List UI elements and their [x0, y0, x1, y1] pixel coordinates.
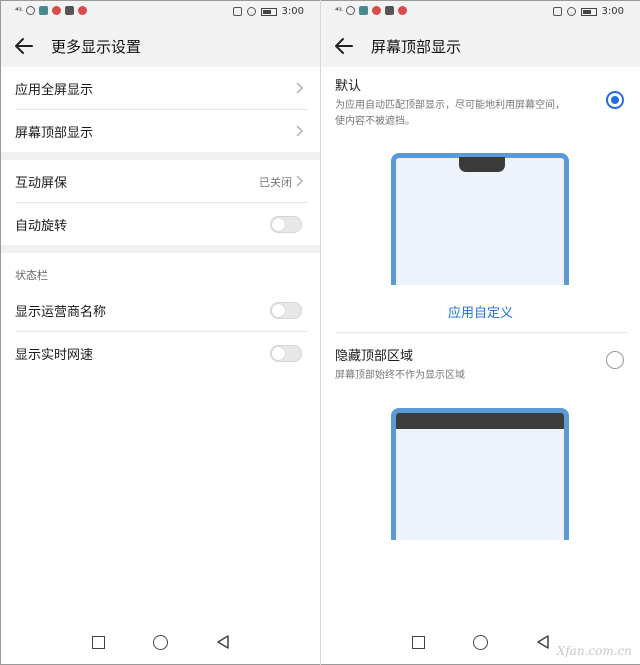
auto-rotate-toggle[interactable]	[270, 216, 302, 233]
signal-icon: ⁴ᴳᴸ	[15, 6, 23, 15]
cloud-icon	[384, 6, 394, 15]
title-bar: 更多显示设置	[1, 25, 320, 67]
row-label: 屏幕顶部显示	[15, 125, 94, 141]
battery-icon	[260, 7, 277, 16]
app-customize-link[interactable]: 应用自定义	[321, 302, 640, 321]
divider	[335, 332, 628, 333]
row-label: 显示运营商名称	[15, 304, 107, 320]
chevron-right-icon	[296, 125, 303, 137]
square-icon[interactable]	[91, 635, 105, 649]
signal-icon: ⁴ᴳᴸ	[335, 6, 343, 15]
show-carrier-name-toggle[interactable]	[270, 302, 302, 319]
row-label: 显示实时网速	[15, 347, 94, 363]
top-of-screen-display-row[interactable]: 屏幕顶部显示	[1, 110, 320, 152]
page-title: 屏幕顶部显示	[371, 38, 462, 56]
top-of-screen-display-screen: ⁴ᴳᴸ 3:00 屏幕顶部显示 默认 为应用自动匹配顶部显示，尽可能地利用屏幕空…	[321, 1, 640, 664]
app-badge-icon	[77, 6, 87, 15]
option-title: 默认	[335, 79, 362, 94]
status-bar: ⁴ᴳᴸ 3:00	[1, 1, 320, 25]
notification-dot-icon	[371, 6, 381, 15]
speedometer-icon	[246, 7, 256, 16]
watermark: Xfan.com.cn	[556, 644, 632, 658]
app-notification-icon	[38, 6, 48, 15]
wifi-icon	[25, 6, 35, 15]
section-gap	[1, 152, 320, 160]
square-icon[interactable]	[411, 635, 425, 649]
show-carrier-name-row: 显示运营商名称	[1, 289, 320, 331]
status-icons-left: ⁴ᴳᴸ	[15, 6, 87, 15]
row-label: 应用全屏显示	[15, 82, 94, 98]
option-default[interactable]: 默认 为应用自动匹配顶部显示，尽可能地利用屏幕空间，使内容不被遮挡。	[335, 75, 640, 130]
option-hide-top-area[interactable]: 隐藏顶部区域 屏幕顶部始终不作为显示区域	[335, 345, 640, 384]
radio-default-selected[interactable]	[606, 91, 624, 109]
wifi-icon	[345, 6, 355, 15]
hidden-top-strip	[396, 413, 564, 429]
phone-preview-notch	[391, 153, 569, 285]
show-network-speed-toggle[interactable]	[270, 345, 302, 362]
section-gap	[1, 245, 320, 253]
chevron-right-icon	[296, 82, 303, 94]
battery-icon	[580, 7, 597, 16]
status-bar-section-header: 状态栏	[15, 269, 48, 282]
status-icons-left: ⁴ᴳᴸ	[335, 6, 407, 15]
arrow-left-icon[interactable]	[13, 35, 35, 57]
row-value: 已关闭	[259, 176, 292, 189]
chevron-right-icon	[296, 175, 303, 187]
clock: 3:00	[281, 6, 304, 17]
clock: 3:00	[601, 6, 624, 17]
more-display-settings-screen: ⁴ᴳᴸ 3:00 更多显示设置 应用全屏显示 屏幕顶部显示 互动屏保 已关闭 自…	[1, 1, 320, 664]
row-label: 自动旋转	[15, 218, 68, 234]
status-bar: ⁴ᴳᴸ 3:00	[321, 1, 640, 25]
app-badge-icon	[397, 6, 407, 15]
circle-icon[interactable]	[152, 634, 168, 650]
phone-preview-hidden-top	[391, 408, 569, 540]
navigation-bar	[1, 620, 320, 664]
settings-list: 应用全屏显示 屏幕顶部显示 互动屏保 已关闭 自动旋转 状态栏 显示运营商名称 …	[1, 67, 320, 374]
status-icons-right: 3:00	[232, 6, 304, 17]
triangle-back-icon[interactable]	[536, 635, 550, 649]
status-icons-right: 3:00	[552, 6, 624, 17]
radio-hide-top-area[interactable]	[606, 351, 624, 369]
arrow-left-icon[interactable]	[333, 35, 355, 57]
option-description: 为应用自动匹配顶部显示，尽可能地利用屏幕空间，使内容不被遮挡。	[335, 100, 565, 127]
nfc-icon	[232, 7, 242, 16]
nfc-icon	[552, 7, 562, 16]
speedometer-icon	[566, 7, 576, 16]
option-description: 屏幕顶部始终不作为显示区域	[335, 370, 465, 381]
page-title: 更多显示设置	[51, 38, 142, 56]
triangle-back-icon[interactable]	[216, 635, 230, 649]
row-label: 互动屏保	[15, 175, 68, 191]
notch	[459, 157, 505, 172]
app-notification-icon	[358, 6, 368, 15]
option-title: 隐藏顶部区域	[335, 349, 414, 364]
show-network-speed-row: 显示实时网速	[1, 332, 320, 374]
notification-dot-icon	[51, 6, 61, 15]
fullscreen-apps-row[interactable]: 应用全屏显示	[1, 67, 320, 109]
auto-rotate-row: 自动旋转	[1, 203, 320, 245]
cloud-icon	[64, 6, 74, 15]
interactive-screensaver-row[interactable]: 互动屏保 已关闭	[1, 160, 320, 202]
title-bar: 屏幕顶部显示	[321, 25, 640, 67]
circle-icon[interactable]	[472, 634, 488, 650]
